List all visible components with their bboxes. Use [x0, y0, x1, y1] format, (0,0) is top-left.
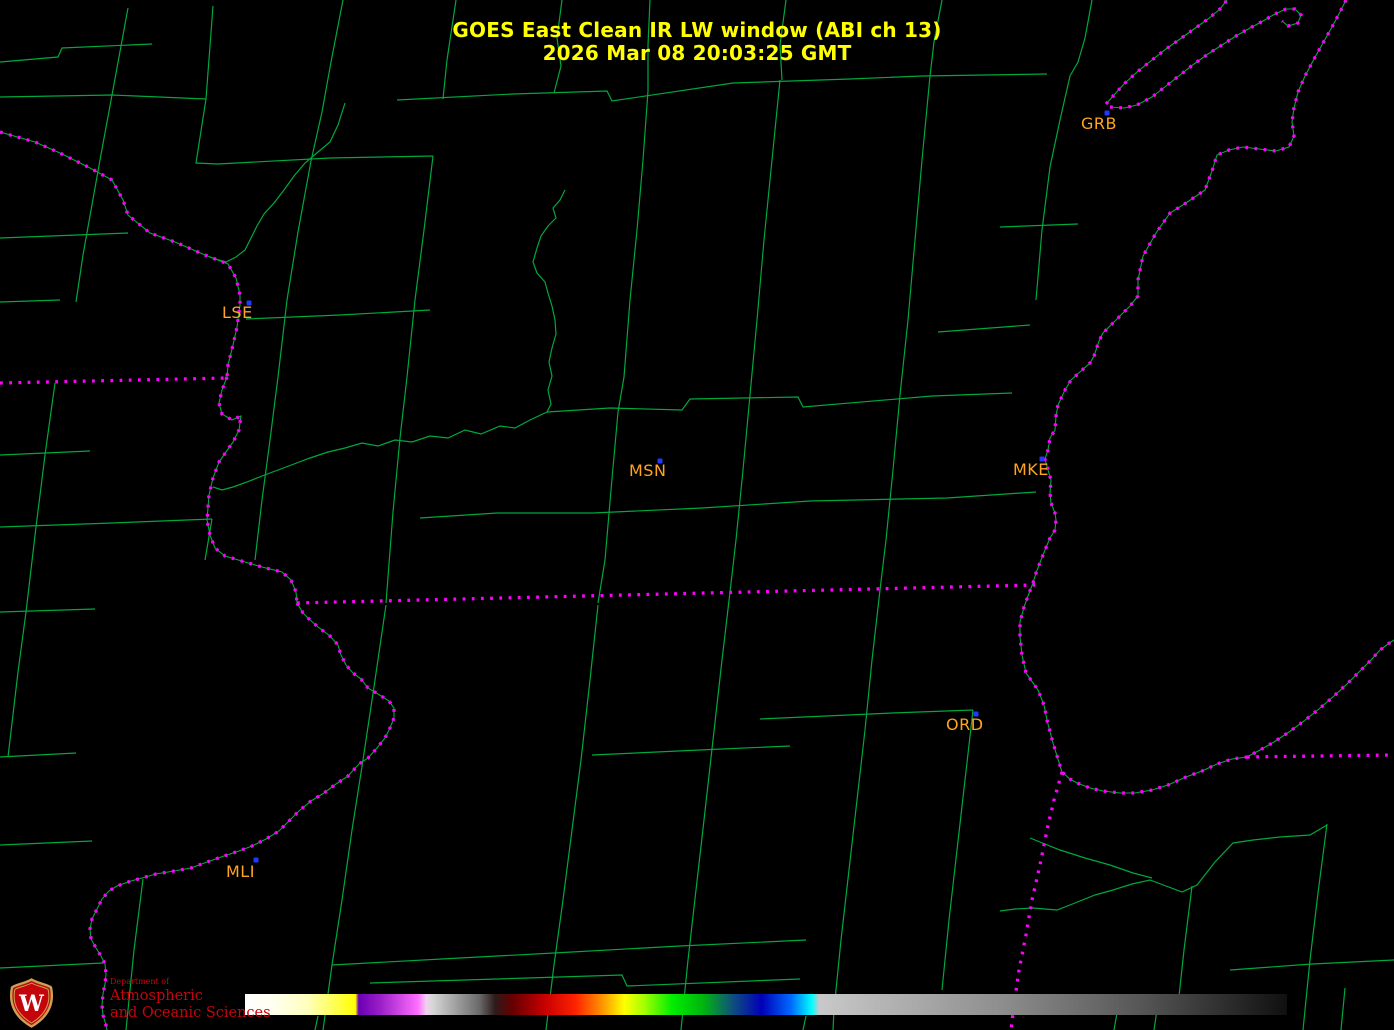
colorbar — [245, 994, 1287, 1015]
logo-name-line2: and Oceanic Sciences — [110, 1004, 271, 1021]
stations-layer: GRB LSE MSN MKE ORD MLI — [0, 0, 1394, 1030]
station-label-MSN: MSN — [629, 461, 667, 480]
uw-aos-logo: W Department of Atmospheric and Oceanic … — [8, 978, 271, 1028]
crest-monogram: W — [18, 991, 44, 1017]
station-label-ORD: ORD — [946, 715, 984, 734]
station-label-MKE: MKE — [1013, 460, 1049, 479]
logo-dept-prefix: Department of — [110, 977, 170, 986]
logo-text: Department of Atmospheric and Oceanic Sc… — [110, 978, 271, 1020]
logo-name-line1: Atmospheric — [110, 988, 203, 1004]
uw-crest-icon: W — [9, 978, 54, 1028]
station-label-GRB: GRB — [1081, 114, 1117, 133]
station-label-LSE: LSE — [222, 303, 253, 322]
satellite-viewer: GOES East Clean IR LW window (ABI ch 13)… — [0, 0, 1394, 1030]
station-label-MLI: MLI — [226, 862, 255, 881]
